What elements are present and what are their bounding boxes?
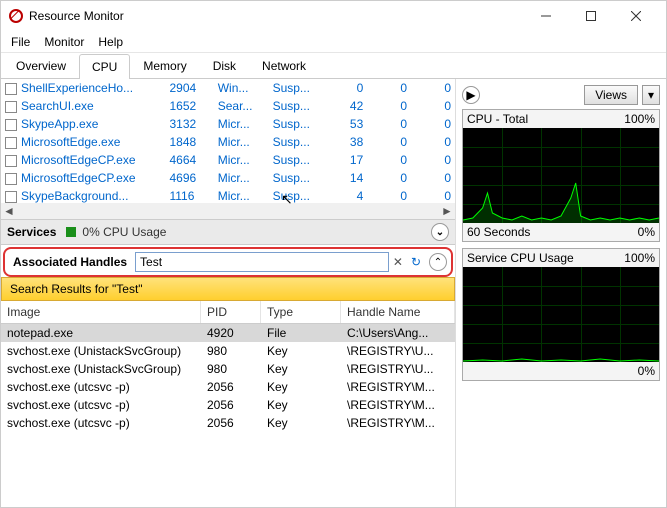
menu-monitor[interactable]: Monitor xyxy=(44,35,84,49)
tab-memory[interactable]: Memory xyxy=(130,53,199,78)
process-row[interactable]: ShellExperienceHo...2904Win...Susp...000 xyxy=(1,79,455,97)
chart2-title: Service CPU Usage xyxy=(467,251,574,265)
checkbox-icon[interactable] xyxy=(5,137,17,149)
menu-help[interactable]: Help xyxy=(98,35,123,49)
views-dropdown-icon[interactable]: ▾ xyxy=(642,85,660,105)
process-row[interactable]: MicrosoftEdge.exe1848Micr...Susp...3800 xyxy=(1,133,455,151)
collapse-handles-button[interactable]: ⌃ xyxy=(429,253,447,271)
scroll-left-icon[interactable]: ◄ xyxy=(1,204,17,218)
close-button[interactable] xyxy=(613,1,658,31)
tab-disk[interactable]: Disk xyxy=(200,53,249,78)
tabs: Overview CPU Memory Disk Network xyxy=(1,53,666,79)
services-usage: 0% CPU Usage xyxy=(82,225,166,239)
titlebar: Resource Monitor xyxy=(1,1,666,31)
services-title: Services xyxy=(7,225,56,239)
checkbox-icon[interactable] xyxy=(5,155,17,167)
assoc-title: Associated Handles xyxy=(9,255,135,269)
checkbox-icon[interactable] xyxy=(5,191,17,203)
result-row[interactable]: svchost.exe (utcsvc -p)2056Key\REGISTRY\… xyxy=(1,414,455,432)
result-row[interactable]: svchost.exe (UnistackSvcGroup)980Key\REG… xyxy=(1,360,455,378)
associated-handles-header: Associated Handles ✕ ↻ ⌃ xyxy=(3,247,453,277)
process-row[interactable]: SearchUI.exe1652Sear...Susp...4200 xyxy=(1,97,455,115)
menubar: File Monitor Help xyxy=(1,31,666,53)
charts-panel: ▶ Views ▾ CPU - Total 100% 60 Seconds 0% xyxy=(456,79,666,507)
chart1-title: CPU - Total xyxy=(467,112,528,126)
chart1-footL: 60 Seconds xyxy=(467,225,530,239)
result-row[interactable]: notepad.exe4920FileC:\Users\Ang... xyxy=(1,324,455,342)
results-list[interactable]: notepad.exe4920FileC:\Users\Ang...svchos… xyxy=(1,324,455,507)
clear-search-icon[interactable]: ✕ xyxy=(389,255,407,269)
tab-cpu[interactable]: CPU xyxy=(79,54,130,79)
checkbox-icon[interactable] xyxy=(5,173,17,185)
chart2-footR: 0% xyxy=(638,364,655,378)
checkbox-icon[interactable] xyxy=(5,83,17,95)
checkbox-icon[interactable] xyxy=(5,101,17,113)
process-row[interactable]: MicrosoftEdgeCP.exe4664Micr...Susp...170… xyxy=(1,151,455,169)
cpu-total-chart: CPU - Total 100% 60 Seconds 0% xyxy=(462,109,660,242)
handle-search-input[interactable] xyxy=(135,252,389,272)
process-row[interactable]: MicrosoftEdgeCP.exe4696Micr...Susp...140… xyxy=(1,169,455,187)
col-pid[interactable]: PID xyxy=(201,301,261,323)
search-results-label: Search Results for "Test" xyxy=(1,277,455,301)
checkbox-icon[interactable] xyxy=(5,119,17,131)
col-image[interactable]: Image xyxy=(1,301,201,323)
expand-services-button[interactable]: ⌄ xyxy=(431,223,449,241)
chart1-max: 100% xyxy=(624,112,655,126)
minimize-button[interactable] xyxy=(523,1,568,31)
result-row[interactable]: svchost.exe (utcsvc -p)2056Key\REGISTRY\… xyxy=(1,378,455,396)
services-header[interactable]: Services 0% CPU Usage ⌄ xyxy=(1,219,455,245)
col-type[interactable]: Type xyxy=(261,301,341,323)
process-row[interactable]: SkypeApp.exe3132Micr...Susp...5300 xyxy=(1,115,455,133)
tab-overview[interactable]: Overview xyxy=(3,53,79,78)
refresh-search-icon[interactable]: ↻ xyxy=(407,255,425,269)
service-cpu-chart: Service CPU Usage 100% 0% xyxy=(462,248,660,381)
results-header[interactable]: Image PID Type Handle Name xyxy=(1,301,455,324)
chart-nav-button[interactable]: ▶ xyxy=(462,86,480,104)
process-list[interactable]: ShellExperienceHo...2904Win...Susp...000… xyxy=(1,79,455,219)
views-button[interactable]: Views xyxy=(584,85,638,105)
tab-network[interactable]: Network xyxy=(249,53,319,78)
menu-file[interactable]: File xyxy=(11,35,30,49)
window-title: Resource Monitor xyxy=(29,9,124,23)
result-row[interactable]: svchost.exe (UnistackSvcGroup)980Key\REG… xyxy=(1,342,455,360)
result-row[interactable]: svchost.exe (utcsvc -p)2056Key\REGISTRY\… xyxy=(1,396,455,414)
chart2-max: 100% xyxy=(624,251,655,265)
app-icon xyxy=(9,9,23,23)
maximize-button[interactable] xyxy=(568,1,613,31)
cpu-usage-badge-icon xyxy=(66,227,76,237)
horizontal-scrollbar[interactable]: ◄ ► xyxy=(1,203,455,219)
scroll-right-icon[interactable]: ► xyxy=(439,204,455,218)
chart1-footR: 0% xyxy=(638,225,655,239)
col-handle[interactable]: Handle Name xyxy=(341,301,455,323)
